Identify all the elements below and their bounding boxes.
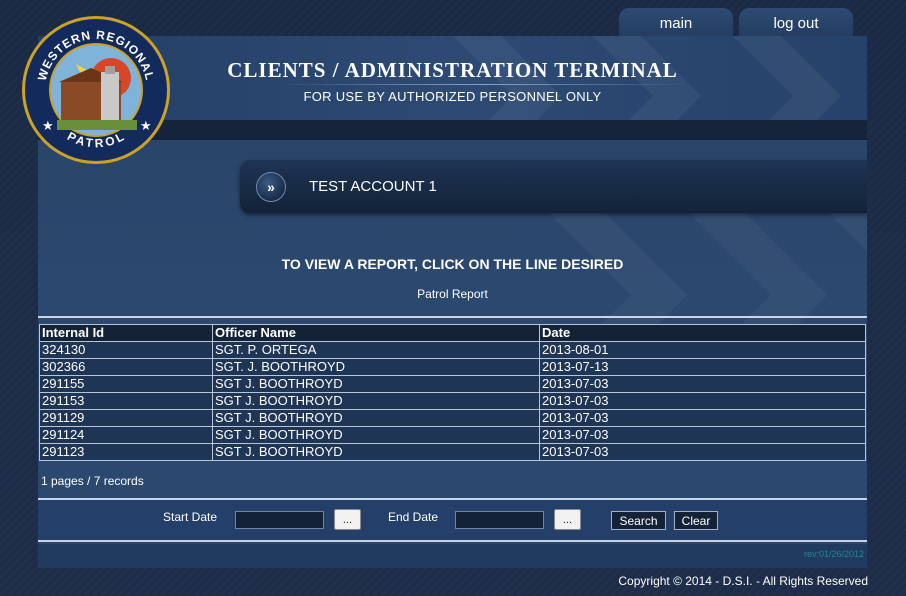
cell-date: 2013-07-03 xyxy=(539,409,866,427)
search-button[interactable]: Search xyxy=(611,511,666,530)
account-name: TEST ACCOUNT 1 xyxy=(309,178,437,195)
column-header-date[interactable]: Date xyxy=(539,324,866,342)
cell-officer-name: SGT. P. ORTEGA xyxy=(212,341,540,359)
table-row[interactable]: 291155 SGT J. BOOTHROYD 2013-07-03 xyxy=(39,375,866,393)
end-date-picker-button[interactable]: ... xyxy=(554,509,581,530)
title-divider xyxy=(278,84,688,85)
table-row[interactable]: 302366 SGT. J. BOOTHROYD 2013-07-13 xyxy=(39,358,866,376)
end-date-input[interactable] xyxy=(455,511,544,529)
table-row[interactable]: 291124 SGT J. BOOTHROYD 2013-07-03 xyxy=(39,426,866,444)
cell-date: 2013-07-03 xyxy=(539,375,866,393)
table-row[interactable]: 291153 SGT J. BOOTHROYD 2013-07-03 xyxy=(39,392,866,410)
cell-internal-id: 324130 xyxy=(39,341,213,359)
end-date-label: End Date xyxy=(388,510,439,524)
cell-internal-id: 291124 xyxy=(39,426,213,444)
star-icon: ★ xyxy=(140,118,152,133)
footer-band xyxy=(38,544,867,568)
table-header-row: Internal Id Officer Name Date xyxy=(39,324,866,342)
cell-officer-name: SGT. J. BOOTHROYD xyxy=(212,358,540,376)
table-row[interactable]: 324130 SGT. P. ORTEGA 2013-08-01 xyxy=(39,341,866,359)
table-row[interactable]: 291129 SGT J. BOOTHROYD 2013-07-03 xyxy=(39,409,866,427)
cell-internal-id: 302366 xyxy=(39,358,213,376)
double-chevron-right-icon: » xyxy=(256,172,286,202)
cell-internal-id: 291123 xyxy=(39,443,213,461)
copyright-notice: Copyright © 2014 - D.S.I. - All Rights R… xyxy=(618,574,868,588)
report-table: Internal Id Officer Name Date 324130 SGT… xyxy=(39,324,866,461)
instructions-heading: TO VIEW A REPORT, CLICK ON THE LINE DESI… xyxy=(281,256,624,272)
cell-internal-id: 291129 xyxy=(39,409,213,427)
cell-officer-name: SGT J. BOOTHROYD xyxy=(212,409,540,427)
cell-officer-name: SGT J. BOOTHROYD xyxy=(212,426,540,444)
cell-officer-name: SGT J. BOOTHROYD xyxy=(212,392,540,410)
pager-summary: 1 pages / 7 records xyxy=(41,474,144,488)
divider xyxy=(38,316,867,318)
start-date-input[interactable] xyxy=(235,511,324,529)
cell-internal-id: 291153 xyxy=(39,392,213,410)
report-type-label: Patrol Report xyxy=(417,287,488,301)
table-row[interactable]: 291123 SGT J. BOOTHROYD 2013-07-03 xyxy=(39,443,866,461)
column-header-internal-id[interactable]: Internal Id xyxy=(39,324,213,342)
cell-date: 2013-07-13 xyxy=(539,358,866,376)
cell-date: 2013-07-03 xyxy=(539,443,866,461)
cell-date: 2013-08-01 xyxy=(539,341,866,359)
cell-officer-name: SGT J. BOOTHROYD xyxy=(212,443,540,461)
column-header-officer-name[interactable]: Officer Name xyxy=(212,324,540,342)
cell-officer-name: SGT J. BOOTHROYD xyxy=(212,375,540,393)
patrol-logo: WESTERN REGIONAL PATROL ★ ★ xyxy=(22,16,170,164)
start-date-label: Start Date xyxy=(163,510,218,524)
cell-date: 2013-07-03 xyxy=(539,392,866,410)
clear-button[interactable]: Clear xyxy=(674,511,718,530)
divider xyxy=(38,540,867,542)
main-content: » TEST ACCOUNT 1 TO VIEW A REPORT, CLICK… xyxy=(38,140,867,568)
revision-label: rev:01/26/2012 xyxy=(803,549,864,559)
cell-internal-id: 291155 xyxy=(39,375,213,393)
start-date-picker-button[interactable]: ... xyxy=(334,509,361,530)
star-icon: ★ xyxy=(42,118,54,133)
cell-date: 2013-07-03 xyxy=(539,426,866,444)
main-tab[interactable]: main xyxy=(619,8,733,38)
account-bar: » TEST ACCOUNT 1 xyxy=(240,160,867,213)
date-search-bar: Start Date ... End Date ... Search Clear xyxy=(38,500,867,542)
logout-tab[interactable]: log out xyxy=(739,8,853,38)
